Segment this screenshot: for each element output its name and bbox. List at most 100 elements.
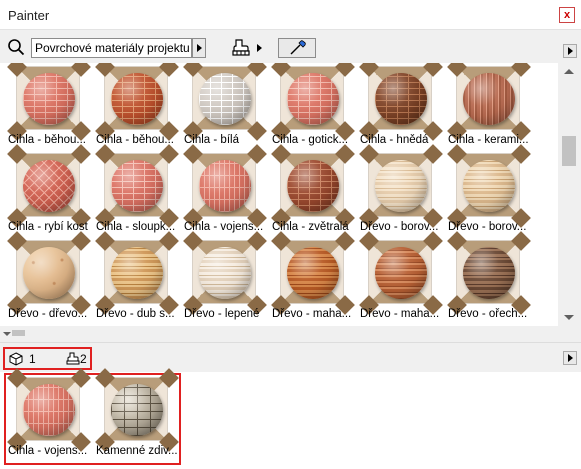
material-thumbnail: [7, 231, 91, 315]
material-tile[interactable]: Dřevo - dřevo...: [7, 231, 98, 326]
window-title: Painter: [8, 8, 50, 23]
material-tile[interactable]: Cihla - běhou...: [95, 63, 186, 152]
material-sphere-preview: [463, 73, 515, 125]
material-thumbnail: [95, 368, 179, 452]
vertical-scrollbar[interactable]: [558, 63, 581, 326]
used-materials-panel: Cihla - vojens... Kamenné zdiv...: [0, 368, 581, 469]
material-tile[interactable]: Cihla - vojens...: [183, 144, 274, 239]
material-label: Dřevo - lepené: [184, 308, 260, 320]
material-label: Dřevo - maha...: [360, 308, 440, 320]
material-thumbnail: [359, 231, 443, 315]
material-tile[interactable]: Cihla - rybí kost: [7, 144, 98, 239]
material-grid: Cihla - běhou... Cihla - běhou... Cihla - …: [0, 63, 558, 326]
material-thumbnail: [95, 63, 179, 141]
material-label: Cihla - kerami...: [448, 134, 529, 146]
material-thumbnail: [447, 231, 531, 315]
material-label: Dřevo - dřevo...: [8, 308, 88, 320]
material-label: Dřevo - maha...: [272, 308, 352, 320]
material-tile[interactable]: Dřevo - maha...: [271, 231, 362, 326]
material-label: Dřevo - ořech...: [448, 308, 528, 320]
material-sphere-preview: [111, 247, 163, 299]
material-thumbnail: [7, 63, 91, 141]
material-tile[interactable]: Dřevo - lepené: [183, 231, 274, 326]
material-thumbnail: [447, 63, 531, 141]
paint-bucket-icon[interactable]: [230, 37, 252, 59]
material-sphere-preview: [23, 247, 75, 299]
material-label: Cihla - hnědá: [360, 134, 429, 146]
material-sphere-preview: [287, 160, 339, 212]
material-sphere-preview: [111, 160, 163, 212]
material-tile[interactable]: Dřevo - dub s...: [95, 231, 186, 326]
material-tile[interactable]: Dřevo - maha...: [359, 231, 450, 326]
material-tile[interactable]: Cihla - sloupk...: [95, 144, 186, 239]
material-thumbnail: [183, 231, 267, 315]
material-sphere-preview: [199, 73, 251, 125]
material-thumbnail: [7, 368, 91, 452]
material-sphere-preview: [463, 160, 515, 212]
paint-bucket-icon: [66, 352, 80, 365]
material-tile[interactable]: Cihla - kerami...: [447, 63, 538, 152]
material-sphere-preview: [111, 384, 163, 436]
material-sphere-preview: [199, 160, 251, 212]
material-tile[interactable]: Cihla - běhou...: [7, 63, 98, 152]
material-sphere-preview: [287, 247, 339, 299]
material-tile[interactable]: Cihla - bílá: [183, 63, 274, 152]
material-label: Cihla - vojens...: [184, 221, 264, 233]
toolbar: Povrchové materiály projektu: [0, 31, 581, 63]
material-label: Cihla - rybí kost: [8, 221, 88, 233]
material-tile[interactable]: Cihla - vojens...: [7, 368, 98, 463]
collapse-arrow[interactable]: [3, 332, 11, 336]
material-thumbnail: [359, 63, 443, 141]
material-sphere-preview: [23, 384, 75, 436]
selection-info-bar: 1 2: [0, 342, 581, 372]
material-label: Cihla - vojens...: [8, 445, 88, 457]
material-tile[interactable]: Cihla - gotick...: [271, 63, 362, 152]
material-tile[interactable]: Dřevo - borov...: [447, 144, 538, 239]
material-thumbnail: [95, 144, 179, 228]
material-label: Cihla - běhou...: [96, 134, 174, 146]
dropdown-arrow-button[interactable]: [192, 38, 206, 58]
material-sphere-preview: [23, 160, 75, 212]
eyedropper-icon: [290, 40, 306, 55]
title-bar: Painter x: [0, 0, 581, 30]
material-tile[interactable]: Dřevo - borov...: [359, 144, 450, 239]
material-label: Kamenné zdiv...: [96, 445, 178, 457]
material-sphere-preview: [287, 73, 339, 125]
material-label: Dřevo - dub s...: [96, 308, 175, 320]
material-sphere-preview: [199, 247, 251, 299]
search-icon[interactable]: [7, 38, 25, 56]
panel-menu-arrow[interactable]: [563, 44, 577, 58]
material-thumbnail: [183, 63, 267, 141]
material-sphere-preview: [23, 73, 75, 125]
material-tile[interactable]: Kamenné zdiv...: [95, 368, 186, 463]
element-count: 1: [29, 352, 36, 366]
eyedropper-button[interactable]: [278, 38, 316, 58]
panel-splitter[interactable]: [0, 326, 581, 342]
material-thumbnail: [271, 63, 355, 141]
element-cube-icon: [9, 352, 23, 366]
material-thumbnail: [271, 231, 355, 315]
material-label: Dřevo - borov...: [448, 221, 527, 233]
scroll-down-arrow[interactable]: [564, 315, 574, 320]
scroll-up-arrow[interactable]: [564, 69, 574, 74]
material-thumbnail: [271, 144, 355, 228]
material-tile[interactable]: Dřevo - ořech...: [447, 231, 538, 326]
material-thumbnail: [447, 144, 531, 228]
material-source-dropdown[interactable]: Povrchové materiály projektu: [31, 38, 192, 58]
material-sphere-preview: [463, 247, 515, 299]
material-count: 2: [80, 352, 87, 366]
material-tile[interactable]: Cihla - hnědá: [359, 63, 450, 152]
material-label: Cihla - sloupk...: [96, 221, 176, 233]
material-label: Cihla - běhou...: [8, 134, 86, 146]
paint-mode-arrow[interactable]: [257, 44, 262, 52]
material-label: Cihla - zvětralá: [272, 221, 349, 233]
scroll-thumb[interactable]: [562, 136, 576, 166]
close-button[interactable]: x: [559, 7, 575, 23]
info-menu-arrow[interactable]: [563, 351, 577, 365]
material-sphere-preview: [111, 73, 163, 125]
material-label: Cihla - bílá: [184, 134, 239, 146]
material-thumbnail: [95, 231, 179, 315]
splitter-handle[interactable]: [12, 330, 25, 336]
used-materials-list: Cihla - vojens... Kamenné zdiv...: [4, 368, 181, 465]
material-tile[interactable]: Cihla - zvětralá: [271, 144, 362, 239]
